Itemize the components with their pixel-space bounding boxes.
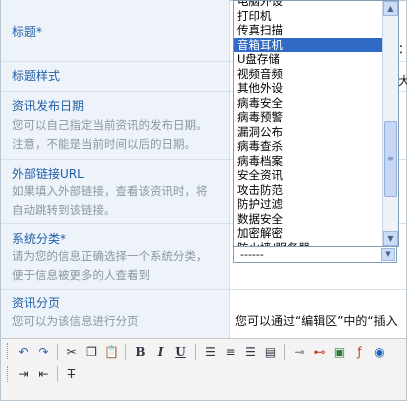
toolbar-separator (57, 366, 58, 382)
category-dropdown-list[interactable]: 电脑外设 打印机 传真扫描 音箱耳机 U盘存储 视频音频 其他外设 病毒安全 病毒预警 漏洞公布病… (233, 0, 399, 247)
category-option[interactable]: 病毒档案 (234, 154, 382, 169)
pagination-label: 资讯分页 (12, 296, 61, 310)
image-icon[interactable]: ▣ (330, 342, 349, 361)
category-option[interactable]: 安全资讯 (234, 168, 382, 183)
undo-icon[interactable]: ↶ (14, 342, 33, 361)
category-label: 系统分类* (12, 232, 67, 246)
title-style-label: 标题样式 (12, 69, 61, 83)
toolbar-separator (195, 344, 196, 360)
toolbar-grip[interactable] (7, 366, 11, 382)
row-pagination: 资讯分页 您可以为该信息进行分页 您可以通过“编辑区”中的“插入 (1, 289, 406, 338)
toolbar-separator (57, 344, 58, 360)
align-right-icon[interactable]: ☰ (241, 342, 260, 361)
indent-icon[interactable]: ⇥ (14, 364, 33, 383)
paste-icon[interactable]: 📋 (102, 342, 121, 361)
toolbar-separator (284, 344, 285, 360)
category-option[interactable]: 传真扫描 (234, 23, 382, 38)
publish-date-desc-line2: 注意，不能是当前时间以后的日期。 (12, 137, 196, 151)
media-icon[interactable]: ◉ (370, 342, 389, 361)
category-option[interactable]: 电脑外设 (234, 1, 382, 9)
category-desc-line1: 请为您的信息正确选择一个系统分类， (12, 249, 208, 263)
category-option[interactable]: U盘存储 (234, 52, 382, 67)
dropdown-scrollbar[interactable]: ▲ ≡ ▼ (382, 1, 398, 246)
category-option[interactable]: 攻击防范 (234, 183, 382, 198)
category-options: 电脑外设 打印机 传真扫描 音箱耳机 U盘存储 视频音频 其他外设 病毒安全 病毒预警 漏洞公布病… (234, 1, 382, 246)
right-clipped-text-1: ： (398, 40, 407, 57)
chevron-down-icon[interactable]: ▼ (381, 248, 395, 261)
cut-icon[interactable]: ✂ (62, 342, 81, 361)
justify-icon[interactable]: ▤ (261, 342, 280, 361)
category-option[interactable]: 数据安全 (234, 212, 382, 227)
scroll-down-arrow-icon[interactable]: ▼ (383, 231, 398, 246)
category-select[interactable]: ------ ▼ (233, 246, 397, 263)
category-option[interactable]: 防护过滤 (234, 197, 382, 212)
category-option[interactable]: 病毒安全 (234, 96, 382, 111)
pagination-hint: 您可以通过“编辑区”中的“插入 (235, 314, 398, 328)
category-option[interactable]: 病毒预警 (234, 110, 382, 125)
copy-icon[interactable]: ❐ (82, 342, 101, 361)
external-url-desc-line2: 自动跳转到该链接。 (12, 203, 116, 217)
category-option[interactable]: 打印机 (234, 9, 382, 24)
pagination-desc: 您可以为该信息进行分页 (12, 314, 139, 328)
strikethrough-icon[interactable]: T (62, 364, 81, 383)
flash-icon[interactable]: ƒ (350, 342, 369, 361)
external-url-label: 外部链接URL (12, 167, 84, 181)
publish-date-desc-line1: 您可以自己指定当前资讯的发布日期。 (12, 118, 208, 132)
title-label: 标题* (12, 25, 43, 39)
italic-icon[interactable]: I (151, 342, 170, 361)
scroll-up-arrow-icon[interactable]: ▲ (383, 1, 398, 16)
category-desc-line2: 便于信息被更多的人查看到 (12, 268, 150, 282)
category-select-value: ------ (240, 248, 264, 261)
toolbar-grip[interactable] (7, 343, 11, 359)
category-option[interactable]: 音箱耳机 (234, 37, 382, 52)
right-clipped-text-2: 大 (398, 74, 407, 88)
toolbar-separator (125, 344, 126, 360)
scroll-thumb[interactable]: ≡ (384, 121, 397, 197)
editor-toolbar: ↶ ↷ ✂ ❐ 📋 B I U ☰ ≡ ☰ ▤ ⊸ ⊷ ▣ ƒ ◉ ⇥ ⇤ T (1, 338, 406, 400)
align-center-icon[interactable]: ≡ (221, 342, 240, 361)
link-icon[interactable]: ⊸ (290, 342, 309, 361)
unlink-icon[interactable]: ⊷ (310, 342, 329, 361)
category-option[interactable]: 加密解密 (234, 226, 382, 241)
underline-icon[interactable]: U (171, 342, 190, 361)
category-option[interactable]: 其他外设 (234, 81, 382, 96)
bold-icon[interactable]: B (131, 342, 150, 361)
external-url-desc-line1: 如果填入外部链接，查看该资讯时，将 (12, 184, 208, 198)
outdent-icon[interactable]: ⇤ (34, 364, 53, 383)
category-option[interactable]: 漏洞公布 (234, 125, 382, 140)
category-option[interactable]: 视频音频 (234, 67, 382, 82)
align-left-icon[interactable]: ☰ (201, 342, 220, 361)
category-option[interactable]: 病毒查杀 (234, 139, 382, 154)
publish-date-label: 资讯发布日期 (12, 99, 85, 113)
redo-icon[interactable]: ↷ (34, 342, 53, 361)
